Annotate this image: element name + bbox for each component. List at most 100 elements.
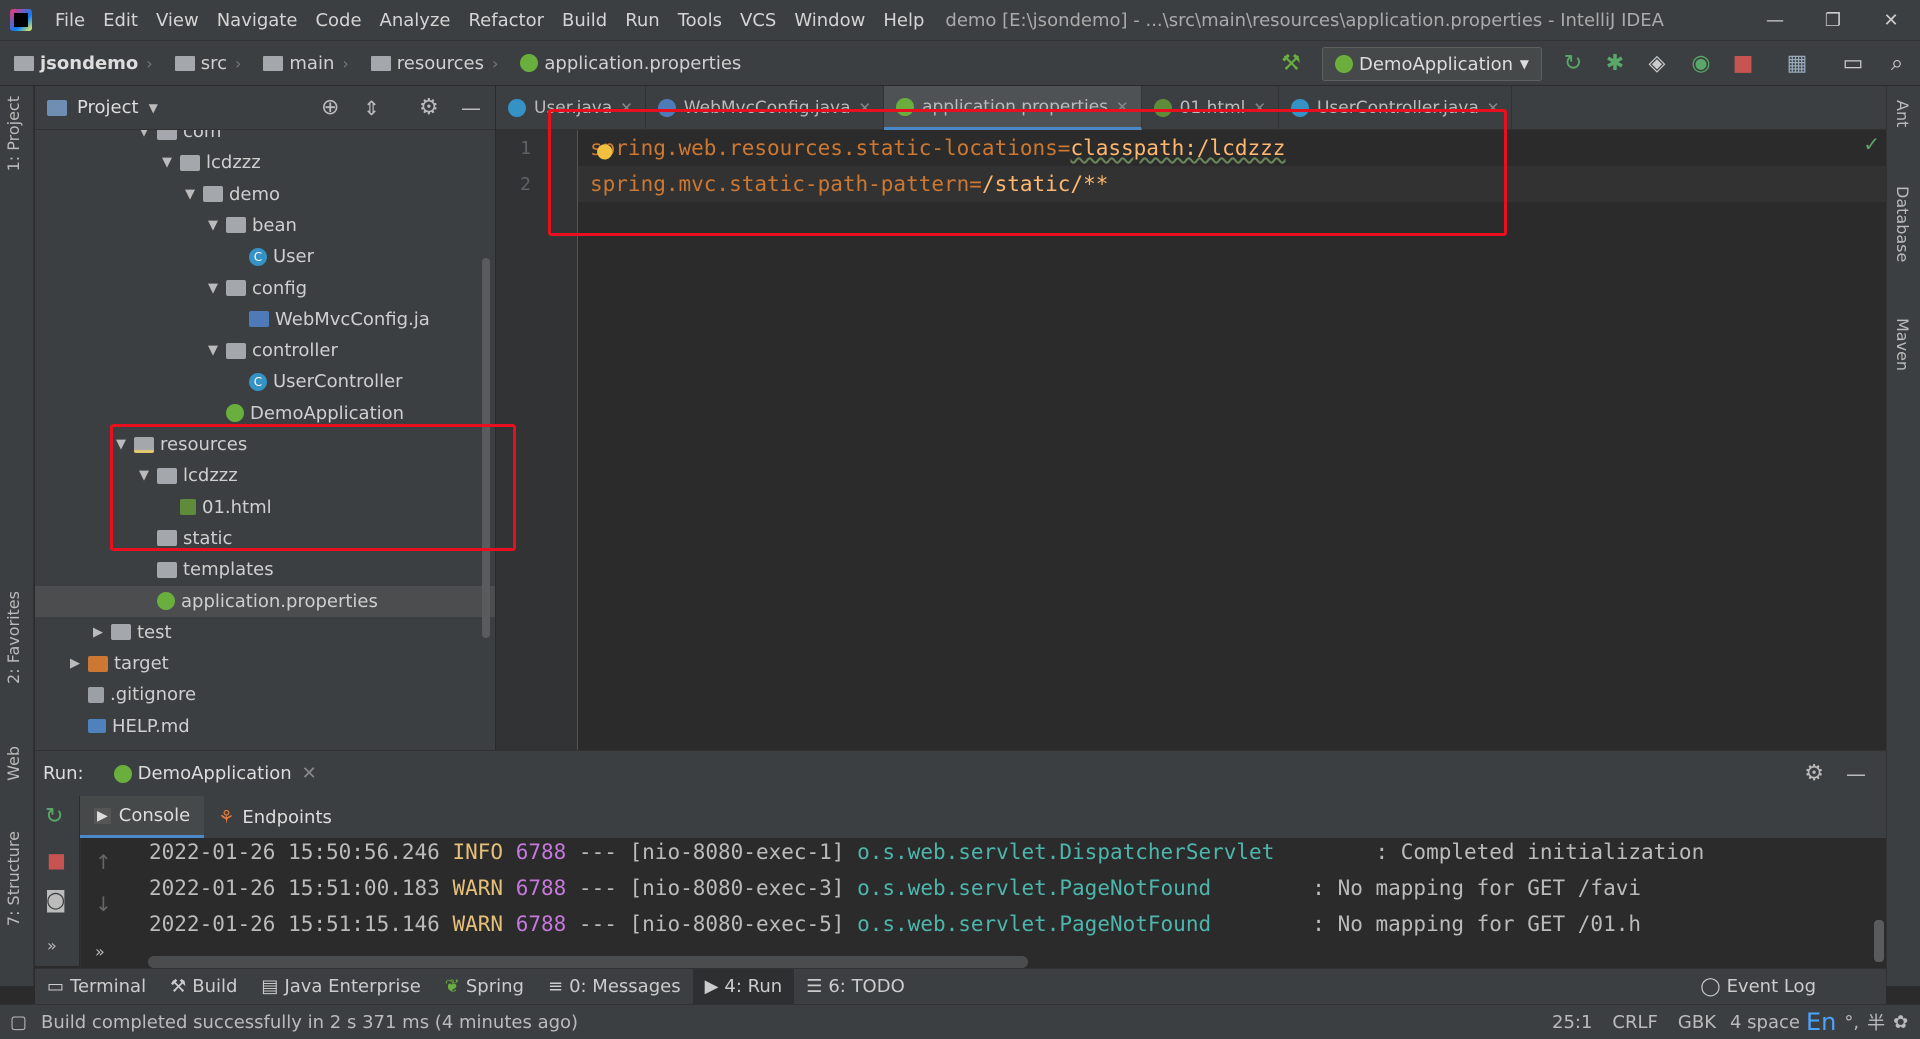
expand-toggle-icon[interactable]: ▶ [66,656,84,671]
locate-icon[interactable]: ⊕ [321,95,339,120]
run-config-select[interactable]: DemoApplication ▼ [1322,47,1542,81]
gear-icon[interactable]: ⚙ [1804,761,1824,786]
caret-position[interactable]: 25:1 [1552,1012,1592,1033]
chevron-down-icon[interactable]: ▼ [149,101,158,115]
hide-icon[interactable]: — [1846,762,1866,786]
tree-node[interactable]: ▼ com [35,130,495,147]
menu-file[interactable]: File [46,10,94,31]
project-view-select[interactable]: Project [77,97,139,118]
scroll-down-icon[interactable]: ↓ [95,892,112,916]
structure-tool-tab[interactable]: 7: Structure [4,831,23,926]
tree-node[interactable]: ▶ test [35,617,495,648]
breadcrumb-item[interactable]: resources › [370,53,507,74]
restore-icon[interactable]: ❐ [1804,10,1862,31]
tree-node[interactable]: ▶ target [35,648,495,679]
database-tool-tab[interactable]: Database [1893,186,1912,262]
expand-toggle-icon[interactable]: ▼ [204,218,222,233]
tool-window-button[interactable]: ❦ Spring [433,969,536,1005]
scroll-up-icon[interactable]: ↑ [95,850,112,874]
menu-window[interactable]: Window [785,10,874,31]
ant-tool-tab[interactable]: Ant [1893,100,1912,127]
tab-endpoints[interactable]: ⚘ Endpoints [204,796,346,838]
rerun-icon[interactable]: ↻ [1560,51,1586,77]
menu-vcs[interactable]: VCS [731,10,785,31]
favorites-tool-tab[interactable]: 2: Favorites [4,591,23,684]
breadcrumb-separator: › [342,53,349,73]
presentation-icon[interactable]: ▭ [1840,51,1866,77]
more-icon[interactable]: » [47,936,57,955]
menu-analyze[interactable]: Analyze [371,10,460,31]
tree-node[interactable]: WebMvcConfig.ja [35,304,495,335]
project-tool-tab[interactable]: 1: Project [4,96,23,171]
web-tool-tab[interactable]: Web [4,746,23,781]
coverage-icon[interactable]: ◈ [1644,51,1670,77]
expand-toggle-icon[interactable]: ▼ [204,281,222,296]
inspection-ok-icon[interactable]: ✓ [1863,132,1880,156]
stop-icon[interactable]: ■ [1730,51,1756,77]
tree-node[interactable]: ▼ demo [35,179,495,210]
tree-node[interactable]: templates [35,554,495,585]
close-icon[interactable]: ✕ [1862,10,1920,31]
menu-view[interactable]: View [147,10,208,31]
stop-icon[interactable]: ■ [47,848,66,872]
project-structure-icon[interactable]: ▦ [1784,51,1810,77]
tree-node[interactable]: ▼ bean [35,210,495,241]
console-output[interactable]: ↑ ↓ » 2022-01-26 15:50:56.246 INFO 6788 … [80,838,1886,968]
tab-console[interactable]: ▶ Console [80,796,205,838]
breadcrumb-item[interactable]: jsondemo › [14,53,161,74]
maven-tool-tab[interactable]: Maven [1893,318,1912,371]
console-horizontal-scrollbar[interactable] [148,956,1028,968]
menu-code[interactable]: Code [306,10,370,31]
menu-refactor[interactable]: Refactor [459,10,553,31]
profile-icon[interactable]: ◉ [1688,51,1714,77]
tree-node[interactable]: ▼ config [35,273,495,304]
event-log-button[interactable]: ◯ Event Log [1688,969,1828,1005]
menu-help[interactable]: Help [874,10,933,31]
more-icon[interactable]: » [95,942,105,961]
menu-run[interactable]: Run [616,10,669,31]
expand-toggle-icon[interactable]: ▼ [204,343,222,358]
menu-tools[interactable]: Tools [669,10,731,31]
build-hammer-icon[interactable]: ⚒ [1278,51,1304,77]
breadcrumb-item[interactable]: src › [174,53,250,74]
close-icon[interactable]: ✕ [302,763,317,784]
file-encoding[interactable]: GBK [1678,1012,1716,1033]
expand-toggle-icon[interactable]: ▼ [158,155,176,170]
run-config-tab[interactable]: DemoApplication [138,763,292,784]
tool-window-button[interactable]: ▭ Terminal [35,969,158,1005]
indent-setting[interactable]: 4 space [1730,1012,1800,1033]
tool-window-button[interactable]: ⚒ Build [158,969,249,1005]
hide-icon[interactable]: — [461,96,481,120]
tree-node[interactable]: HELP.md [35,711,495,742]
toggle-tool-windows-icon[interactable]: ▢ [10,1012,27,1033]
tree-node[interactable]: C User [35,241,495,272]
console-vertical-scrollbar[interactable] [1874,920,1884,962]
line-separator[interactable]: CRLF [1612,1012,1657,1033]
tree-node[interactable]: .gitignore [35,679,495,710]
expand-toggle-icon[interactable]: ▼ [181,187,199,202]
tool-window-button[interactable]: ▶ 4: Run [692,968,795,1005]
search-icon[interactable]: ⌕ [1884,51,1910,77]
collapse-all-icon[interactable]: ⇕ [363,96,380,120]
camera-icon[interactable]: ◙ [45,888,66,913]
expand-toggle-icon[interactable]: ▼ [135,130,153,139]
menu-edit[interactable]: Edit [94,10,147,31]
breadcrumb-item[interactable]: application.properties [520,53,741,74]
tool-window-button[interactable]: ▤ Java Enterprise [249,969,432,1005]
ime-indicator[interactable]: En [1806,1008,1836,1036]
tree-node[interactable]: C UserController [35,366,495,397]
tool-window-button[interactable]: ☰ 6: TODO [794,969,917,1005]
tool-window-button[interactable]: ≡ 0: Messages [536,969,693,1005]
rerun-icon[interactable]: ↻ [45,804,63,829]
menu-navigate[interactable]: Navigate [208,10,307,31]
tree-node[interactable]: ▼ lcdzzz [35,147,495,178]
expand-toggle-icon[interactable]: ▶ [89,625,107,640]
menu-build[interactable]: Build [553,10,616,31]
breadcrumb-item[interactable]: main › [263,53,356,74]
debug-icon[interactable]: ✱ [1602,51,1628,77]
tree-node[interactable]: ▼ controller [35,335,495,366]
tree-node[interactable]: application.properties [35,585,495,617]
run-panel-header: Run: DemoApplication ✕ ⚙ — [35,750,1886,796]
gear-icon[interactable]: ⚙ [419,95,439,120]
minimize-icon[interactable]: — [1746,10,1804,31]
